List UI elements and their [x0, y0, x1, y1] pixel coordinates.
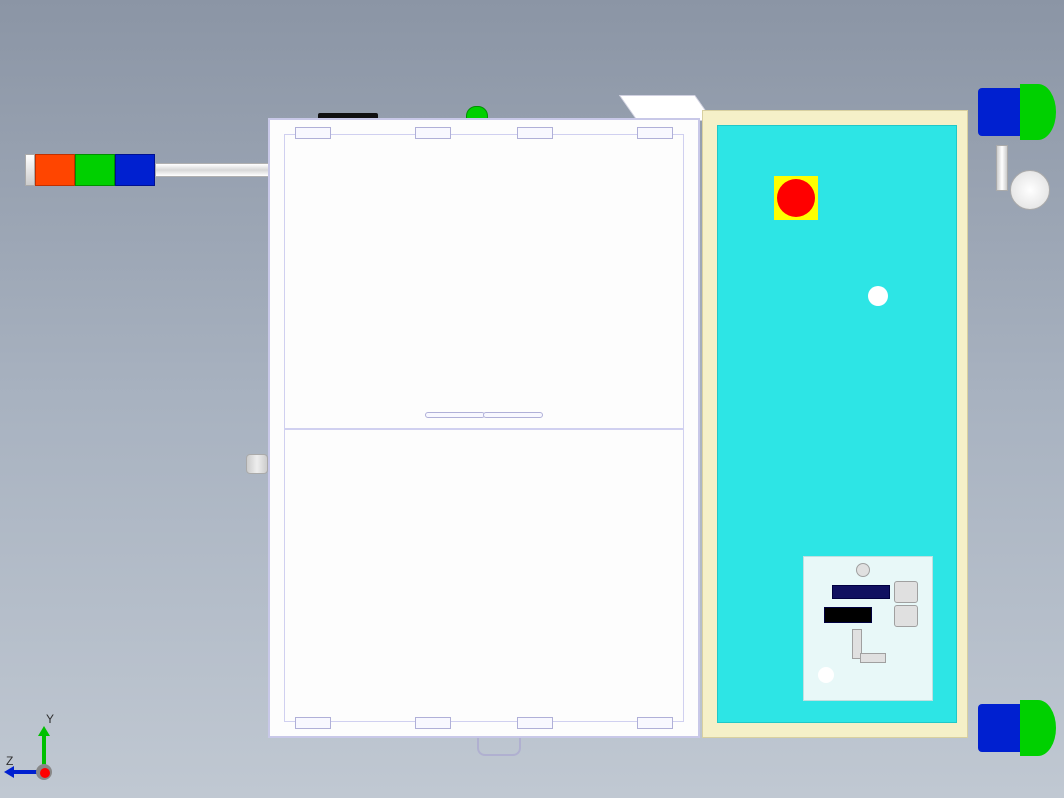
control-panel-frame [702, 110, 968, 738]
y-axis-label: Y [46, 712, 54, 726]
door-handle [425, 412, 485, 418]
y-arrowhead-icon [38, 726, 50, 736]
hinge [637, 717, 673, 729]
door-handle [483, 412, 543, 418]
estop-button [777, 179, 815, 217]
hinge [415, 717, 451, 729]
motor-endcap [1020, 84, 1056, 140]
signal-tower [25, 154, 155, 186]
motor-output-shaft [996, 145, 1008, 191]
tower-cap [25, 154, 35, 186]
motor-flange [1010, 170, 1050, 210]
tower-segment-green [75, 154, 115, 186]
control-panel-face [717, 125, 957, 723]
hinge [517, 717, 553, 729]
side-port [246, 454, 268, 474]
hinge [295, 717, 331, 729]
tower-segment-red [35, 154, 75, 186]
indicator-icon [868, 286, 888, 306]
gauge-icon [818, 667, 834, 683]
elbow-fitting [860, 653, 886, 663]
hinge [415, 127, 451, 139]
motor-body [978, 88, 1026, 136]
hinge [637, 127, 673, 139]
tower-segment-blue [115, 154, 155, 186]
regulator-icon [894, 605, 918, 627]
pneumatic-frl-plate [803, 556, 933, 701]
regulator-icon [894, 581, 918, 603]
z-axis-label: Z [6, 754, 13, 768]
estop-housing [774, 176, 818, 220]
hinge [295, 127, 331, 139]
valve-block [832, 585, 890, 599]
door-divider [285, 428, 683, 430]
cad-viewport[interactable]: Y Z [0, 0, 1064, 798]
enclosure-door-area [284, 134, 684, 722]
x-axis-icon [40, 768, 50, 778]
motor-top [978, 84, 1056, 140]
carry-handle [477, 738, 521, 756]
motor-body [978, 704, 1026, 752]
motor-bottom [978, 700, 1056, 756]
fitting-icon [856, 563, 870, 577]
motor-endcap [1020, 700, 1056, 756]
y-axis-icon [42, 734, 46, 766]
main-enclosure [268, 118, 700, 738]
hinge [517, 127, 553, 139]
signal-tower-post [155, 163, 269, 177]
filter-block [824, 607, 872, 623]
view-triad: Y Z [10, 718, 80, 788]
